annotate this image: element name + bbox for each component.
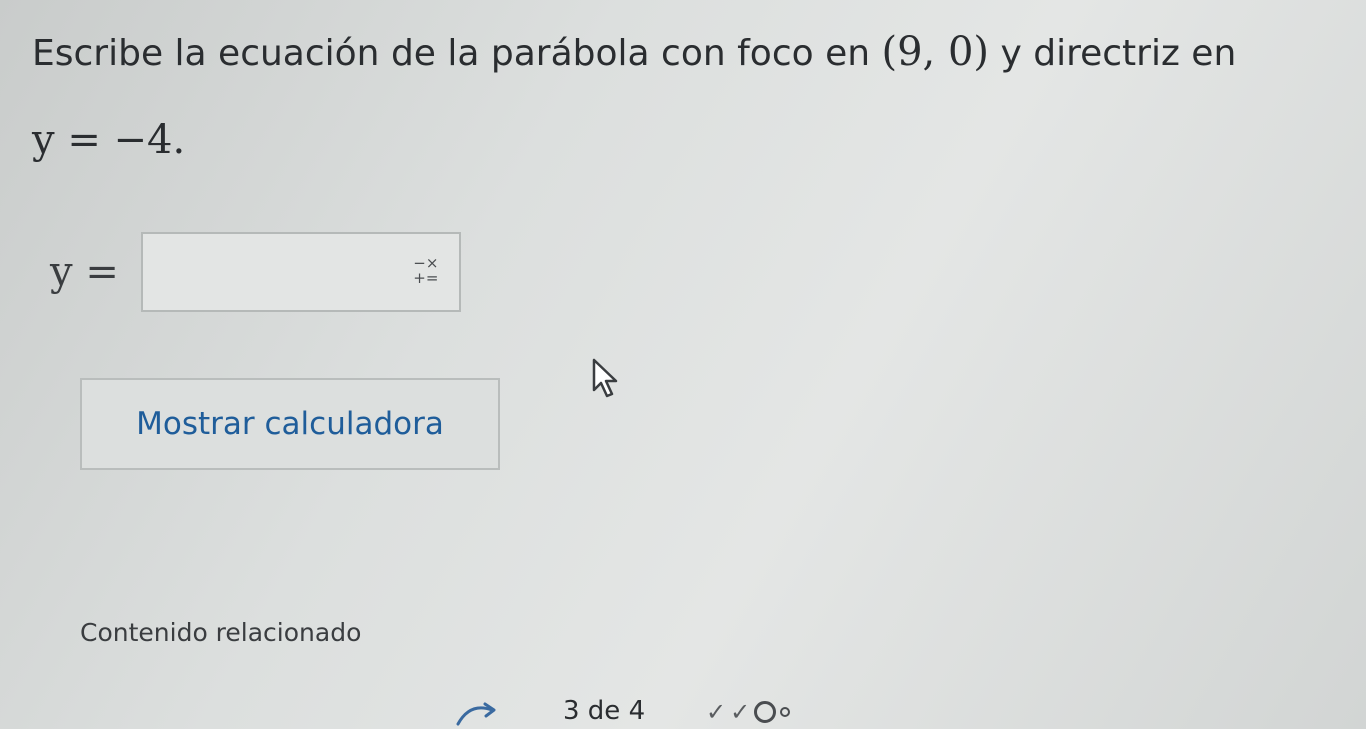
- pending-step-circle-icon: [780, 707, 791, 717]
- progress-indicator: ✓ ✓: [706, 698, 791, 726]
- focus-coordinates: (9, 0): [881, 29, 990, 75]
- check-icon: ✓: [706, 698, 727, 726]
- answer-input-box[interactable]: −× +=: [140, 232, 461, 312]
- related-content-link[interactable]: Contenido relacionado: [80, 618, 361, 647]
- math-keypad-icon[interactable]: −× +=: [411, 256, 441, 290]
- check-icon: ✓: [730, 698, 751, 726]
- answer-row: y = −× +=: [50, 232, 461, 312]
- show-calculator-button[interactable]: Mostrar calculadora: [80, 378, 500, 470]
- answer-label: y =: [50, 249, 119, 295]
- question-text: Escribe la ecuación de la parábola con f…: [32, 33, 882, 74]
- mouse-cursor-icon: [592, 358, 618, 398]
- page-counter: 3 de 4: [563, 696, 646, 726]
- current-step-circle-icon: [754, 701, 777, 723]
- footer-bar: 3 de 4 ✓ ✓: [0, 690, 1366, 729]
- question-prompt: Escribe la ecuación de la parábola con f…: [32, 26, 1352, 166]
- directrix-equation: y = −4.: [32, 117, 186, 163]
- redo-arrow-icon[interactable]: [452, 698, 502, 726]
- question-text-middle: y directriz en: [989, 33, 1237, 74]
